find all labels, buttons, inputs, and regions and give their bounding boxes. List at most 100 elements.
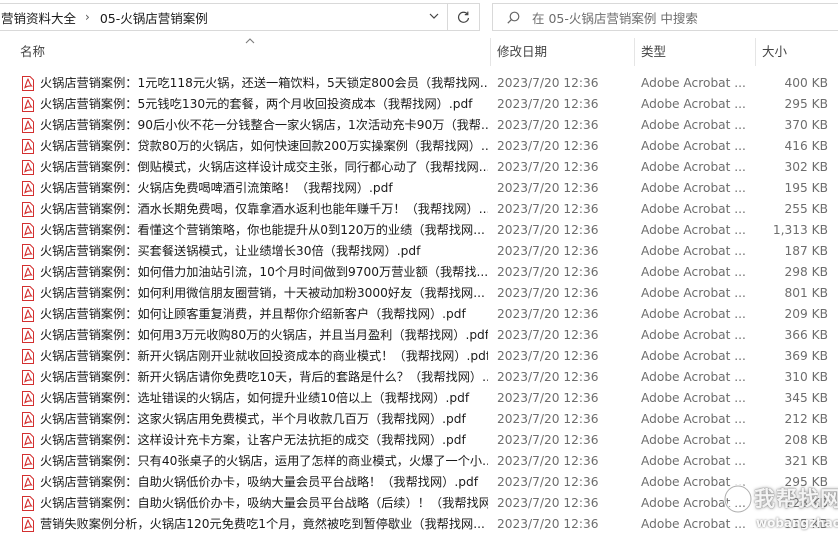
file-name[interactable]: 火锅店营销案例：火锅店免费喝啤酒引流策略！（我帮找网）.pdf [40,178,488,199]
file-row[interactable]: 火锅店营销案例：自助火锅低价办卡，吸纳大量会员平台战略（后续）！（我帮找网...… [0,493,838,514]
file-modified-date: 2023/7/20 12:36 [497,475,599,489]
pdf-file-icon [22,412,34,427]
file-name[interactable]: 火锅店营销案例：倒贴模式，火锅店这样设计成交主张，同行都心动了（我帮找网... [40,157,488,178]
file-modified-date: 2023/7/20 12:36 [497,496,599,510]
pdf-file-icon [22,496,34,511]
column-header-size[interactable]: 大小 [762,38,787,66]
file-row[interactable]: 火锅店营销案例：这家火锅店用免费模式，半个月收款几百万（我帮找网）.pdf 202… [0,409,838,430]
pdf-file-icon [22,454,34,469]
file-row[interactable]: 火锅店营销案例：如何借力加油站引流，10个月时间做到9700万营业额（我帮找..… [0,262,838,283]
file-size: 195 KB [784,181,829,195]
file-name[interactable]: 火锅店营销案例：新开火锅店请你免费吃10天，背后的套路是什么？（我帮找网）... [40,367,488,388]
file-size: 801 KB [784,286,829,300]
watermark-text: 我帮找网 [754,487,838,511]
column-divider[interactable] [755,38,756,66]
search-box[interactable]: 在 05-火锅店营销案例 中搜索 [492,3,838,31]
file-name[interactable]: 火锅店营销案例：这样设计充卡方案，让客户无法抗拒的成交（我帮找网）.pdf [40,430,488,451]
file-name[interactable]: 火锅店营销案例：5元钱吃130元的套餐，两个月收回投资成本（我帮找网）.pdf [40,94,488,115]
file-list: 火锅店营销案例：1元吃118元火锅，还送一箱饮料，5天锁定800会员（我帮找网.… [0,73,838,535]
file-name[interactable]: 火锅店营销案例：只有40张桌子的火锅店，运用了怎样的商业模式，火爆了一个小... [40,451,488,472]
column-divider[interactable] [634,38,635,66]
file-name[interactable]: 火锅店营销案例：这家火锅店用免费模式，半个月收款几百万（我帮找网）.pdf [40,409,488,430]
breadcrumb-current-folder[interactable]: 05-火锅店营销案例 [99,8,208,27]
file-type: Adobe Acrobat ... [641,244,746,258]
file-size: 209 KB [784,307,829,321]
file-row[interactable]: 火锅店营销案例：如何用3万元收购80万的火锅店，并且当月盈利（我帮找网）.pdf… [0,325,838,346]
file-name[interactable]: 火锅店营销案例：看懂这个营销策略，你也能提升从0到120万的业绩（我帮找网... [40,220,488,241]
file-modified-date: 2023/7/20 12:36 [497,433,599,447]
refresh-button[interactable] [448,3,480,31]
file-modified-date: 2023/7/20 12:36 [497,286,599,300]
file-name[interactable]: 营销失败案例分析，火锅店120元免费吃1个月，竟然被吃到暂停歇业（我帮找网... [40,514,488,535]
pdf-file-icon [22,391,34,406]
file-name[interactable]: 火锅店营销案例：买套餐送锅模式，让业绩增长30倍（我帮找网）.pdf [40,241,488,262]
pdf-file-icon [22,517,34,532]
file-row[interactable]: 火锅店营销案例：90后小伙不花一分钱整合一家火锅店，1次活动充卡90万（我帮..… [0,115,838,136]
column-header-type[interactable]: 类型 [641,38,666,66]
file-row[interactable]: 火锅店营销案例：自助火锅低价办卡，吸纳大量会员平台战略！（我帮找网）.pdf 20… [0,472,838,493]
file-row[interactable]: 火锅店营销案例：新开火锅店刚开业就收回投资成本的商业模式！（我帮找网）.pdf 2… [0,346,838,367]
file-row[interactable]: 火锅店营销案例：如何利用微信朋友圈营销，十天被动加粉3000好友（我帮找网...… [0,283,838,304]
file-row[interactable]: 火锅店营销案例：倒贴模式，火锅店这样设计成交主张，同行都心动了（我帮找网... 2… [0,157,838,178]
file-type: Adobe Acrobat ... [641,118,746,132]
file-name[interactable]: 火锅店营销案例：90后小伙不花一分钱整合一家火锅店，1次活动充卡90万（我帮..… [40,115,488,136]
file-row[interactable]: 火锅店营销案例：酒水长期免费喝，仅靠拿酒水返利也能年赚千万！（我帮找网）... 2… [0,199,838,220]
file-row[interactable]: 火锅店营销案例：看懂这个营销策略，你也能提升从0到120万的业绩（我帮找网...… [0,220,838,241]
file-name[interactable]: 火锅店营销案例：自助火锅低价办卡，吸纳大量会员平台战略（后续）！（我帮找网... [40,493,488,514]
search-placeholder: 在 05-火锅店营销案例 中搜索 [532,10,698,26]
file-row[interactable]: 火锅店营销案例：1元吃118元火锅，还送一箱饮料，5天锁定800会员（我帮找网.… [0,73,838,94]
file-row[interactable]: 火锅店营销案例：火锅店免费喝啤酒引流策略！（我帮找网）.pdf 2023/7/20… [0,178,838,199]
file-type: Adobe Acrobat ... [641,286,746,300]
file-row[interactable]: 火锅店营销案例：选址错误的火锅店，如何提升业绩10倍以上（我帮找网）.pdf 20… [0,388,838,409]
file-name[interactable]: 火锅店营销案例：酒水长期免费喝，仅靠拿酒水返利也能年赚千万！（我帮找网）... [40,199,488,220]
file-row[interactable]: 火锅店营销案例：5元钱吃130元的套餐，两个月收回投资成本（我帮找网）.pdf 2… [0,94,838,115]
watermark-logo-icon [723,484,753,514]
file-modified-date: 2023/7/20 12:36 [497,412,599,426]
file-size: 1,313 KB [772,223,828,237]
file-name[interactable]: 火锅店营销案例：如何用3万元收购80万的火锅店，并且当月盈利（我帮找网）.pdf [40,325,488,346]
file-name[interactable]: 火锅店营销案例：新开火锅店刚开业就收回投资成本的商业模式！（我帮找网）.pdf [40,346,488,367]
file-name[interactable]: 火锅店营销案例：如何让顾客重复消费，并且帮你介绍新客户（我帮找网）.pdf [40,304,488,325]
file-modified-date: 2023/7/20 12:36 [497,265,599,279]
pdf-file-icon [22,118,34,133]
pdf-file-icon [22,139,34,154]
file-row[interactable]: 火锅店营销案例：这样设计充卡方案，让客户无法抗拒的成交（我帮找网）.pdf 202… [0,430,838,451]
sort-ascending-icon [245,36,255,47]
file-type: Adobe Acrobat ... [641,412,746,426]
file-size: 302 KB [784,160,829,174]
file-modified-date: 2023/7/20 12:36 [497,454,599,468]
file-row[interactable]: 火锅店营销案例：新开火锅店请你免费吃10天，背后的套路是什么？（我帮找网）...… [0,367,838,388]
column-divider[interactable] [490,38,491,66]
chevron-down-icon[interactable] [427,9,441,23]
breadcrumb-separator[interactable]: › [76,10,99,24]
file-size: 321 KB [784,454,829,468]
breadcrumb-root[interactable]: 营销资料大全 [0,8,76,27]
pdf-file-icon [22,475,34,490]
file-type: Adobe Acrobat ... [641,328,746,342]
file-row[interactable]: 火锅店营销案例：只有40张桌子的火锅店，运用了怎样的商业模式，火爆了一个小...… [0,451,838,472]
file-row[interactable]: 火锅店营销案例：贷款80万的火锅店，如何快速回款200万实操案例（我帮找网）..… [0,136,838,157]
file-modified-date: 2023/7/20 12:36 [497,391,599,405]
column-header-date[interactable]: 修改日期 [497,38,547,66]
pdf-file-icon [22,202,34,217]
file-row[interactable]: 营销失败案例分析，火锅店120元免费吃1个月，竟然被吃到暂停歇业（我帮找网...… [0,514,838,535]
file-name[interactable]: 火锅店营销案例：自助火锅低价办卡，吸纳大量会员平台战略！（我帮找网）.pdf [40,472,488,493]
file-type: Adobe Acrobat ... [641,349,746,363]
file-name[interactable]: 火锅店营销案例：选址错误的火锅店，如何提升业绩10倍以上（我帮找网）.pdf [40,388,488,409]
column-header-name[interactable]: 名称 [20,38,45,66]
file-type: Adobe Acrobat ... [641,160,746,174]
file-row[interactable]: 火锅店营销案例：买套餐送锅模式，让业绩增长30倍（我帮找网）.pdf 2023/7… [0,241,838,262]
file-modified-date: 2023/7/20 12:36 [497,118,599,132]
file-size: 366 KB [784,328,829,342]
file-row[interactable]: 火锅店营销案例：如何让顾客重复消费，并且帮你介绍新客户（我帮找网）.pdf 202… [0,304,838,325]
file-name[interactable]: 火锅店营销案例：如何利用微信朋友圈营销，十天被动加粉3000好友（我帮找网... [40,283,488,304]
pdf-file-icon [22,160,34,175]
address-bar[interactable]: 营销资料大全 › 05-火锅店营销案例 [0,3,448,31]
file-type: Adobe Acrobat ... [641,139,746,153]
file-modified-date: 2023/7/20 12:36 [497,76,599,90]
file-name[interactable]: 火锅店营销案例：1元吃118元火锅，还送一箱饮料，5天锁定800会员（我帮找网.… [40,73,488,94]
watermark-url: wobangzhao.com [756,516,838,530]
file-name[interactable]: 火锅店营销案例：贷款80万的火锅店，如何快速回款200万实操案例（我帮找网）..… [40,136,488,157]
file-type: Adobe Acrobat ... [641,265,746,279]
file-name[interactable]: 火锅店营销案例：如何借力加油站引流，10个月时间做到9700万营业额（我帮找..… [40,262,488,283]
